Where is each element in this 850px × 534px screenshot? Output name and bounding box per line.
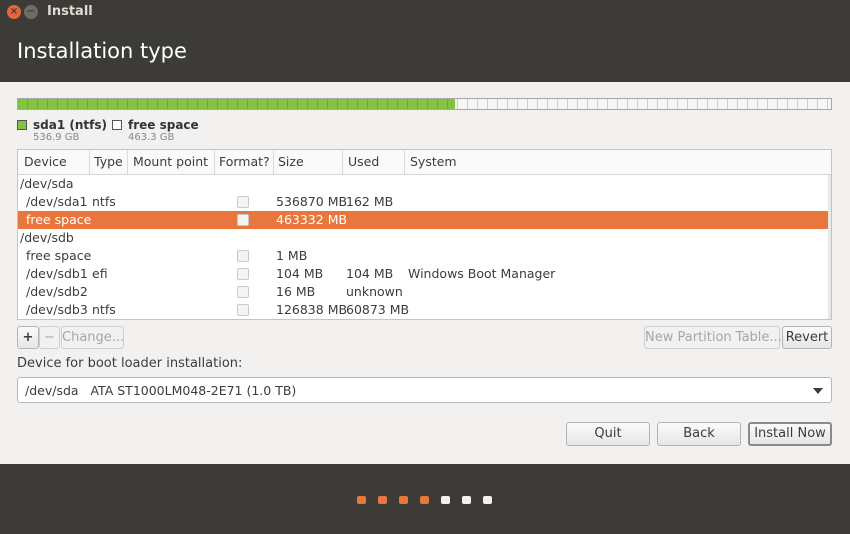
format-checkbox[interactable] [237, 304, 249, 316]
progress-step-dot [462, 496, 471, 504]
add-partition-button[interactable]: + [17, 326, 39, 349]
cell-used: 162 MB [346, 194, 394, 209]
format-checkbox[interactable] [237, 250, 249, 262]
cell-device: /dev/sdb [20, 230, 74, 245]
legend-label: free space [128, 118, 199, 132]
bootloader-label: Device for boot loader installation: [17, 356, 243, 371]
legend-swatch [112, 120, 122, 130]
back-button[interactable]: Back [657, 422, 741, 446]
table-header: Device Type Mount point Format? Size Use… [18, 150, 831, 175]
cell-size: 126838 MB [276, 302, 348, 317]
quit-button[interactable]: Quit [566, 422, 650, 446]
cell-type: ntfs [92, 194, 116, 209]
progress-step-dot [441, 496, 450, 504]
cell-device: /dev/sdb1 [26, 266, 88, 281]
cell-used: 104 MB [346, 266, 394, 281]
column-header-format[interactable]: Format? [219, 154, 270, 169]
table-row[interactable]: /dev/sda1 ntfs 536870 MB 162 MB [18, 193, 830, 211]
cell-device: free space [26, 248, 92, 263]
install-now-button[interactable]: Install Now [748, 422, 832, 446]
table-row[interactable]: /dev/sdb3 ntfs 126838 MB 60873 MB [18, 301, 830, 319]
cell-size: 1 MB [276, 248, 308, 263]
remove-partition-button[interactable]: − [39, 326, 60, 349]
cell-device: /dev/sdb2 [26, 284, 88, 299]
table-row[interactable]: free space 1 MB [18, 247, 830, 265]
table-row[interactable]: free space 463332 MB [18, 211, 830, 229]
disk-usage-bar [17, 98, 832, 110]
column-header-used[interactable]: Used [348, 154, 379, 169]
cell-size: 536870 MB [276, 194, 348, 209]
progress-step-dot [378, 496, 387, 504]
window-title: Install [47, 4, 93, 19]
table-row[interactable]: /dev/sdb [18, 229, 830, 247]
cell-used: 60873 MB [346, 302, 410, 317]
column-header-type[interactable]: Type [94, 154, 123, 169]
column-header-size[interactable]: Size [278, 154, 304, 169]
page-header: Installation type [0, 24, 850, 82]
new-partition-table-button[interactable]: New Partition Table... [644, 326, 782, 349]
cell-used: unknown [346, 284, 403, 299]
progress-step-dot [483, 496, 492, 504]
bootloader-device-value: /dev/sda ATA ST1000LM048-2E71 (1.0 TB) [25, 383, 297, 398]
revert-button[interactable]: Revert [782, 326, 832, 349]
progress-step-dot [420, 496, 429, 504]
disk-used-segment [18, 99, 455, 109]
cell-device: /dev/sda1 [26, 194, 88, 209]
legend-swatch [17, 120, 27, 130]
table-row[interactable]: /dev/sdb2 16 MB unknown [18, 283, 830, 301]
cell-device: /dev/sdb3 [26, 302, 88, 317]
table-row[interactable]: /dev/sdb1 efi 104 MB 104 MB Windows Boot Man… [18, 265, 830, 283]
cell-system: Windows Boot Manager [408, 266, 556, 281]
change-partition-button[interactable]: Change... [61, 326, 124, 349]
progress-step-dot [357, 496, 366, 504]
page-title: Installation type [17, 39, 187, 63]
cell-size: 463332 MB [276, 212, 348, 227]
format-checkbox[interactable] [237, 268, 249, 280]
column-header-mount-point[interactable]: Mount point [133, 154, 208, 169]
cell-size: 16 MB [276, 284, 316, 299]
legend-label: sda1 (ntfs) [33, 118, 107, 132]
legend-size: 536.9 GB [33, 132, 80, 143]
close-icon[interactable]: × [7, 5, 21, 19]
legend-size: 463.3 GB [128, 132, 175, 143]
partition-table[interactable]: Device Type Mount point Format? Size Use… [17, 149, 832, 320]
bootloader-device-select[interactable]: /dev/sda ATA ST1000LM048-2E71 (1.0 TB) [17, 377, 832, 403]
title-bar: × − Install [0, 0, 850, 24]
table-scrollbar[interactable] [828, 175, 831, 319]
cell-type: ntfs [92, 302, 116, 317]
column-header-device[interactable]: Device [24, 154, 67, 169]
progress-step-dot [399, 496, 408, 504]
table-row[interactable]: /dev/sda [18, 175, 830, 193]
cell-type: efi [92, 266, 108, 281]
minimize-icon[interactable]: − [24, 5, 38, 19]
format-checkbox[interactable] [237, 196, 249, 208]
footer [0, 464, 850, 534]
chevron-down-icon [813, 388, 823, 394]
cell-device: /dev/sda [20, 176, 74, 191]
column-header-system[interactable]: System [410, 154, 457, 169]
cell-size: 104 MB [276, 266, 324, 281]
format-checkbox[interactable] [237, 214, 249, 226]
cell-device: free space [26, 212, 92, 227]
format-checkbox[interactable] [237, 286, 249, 298]
